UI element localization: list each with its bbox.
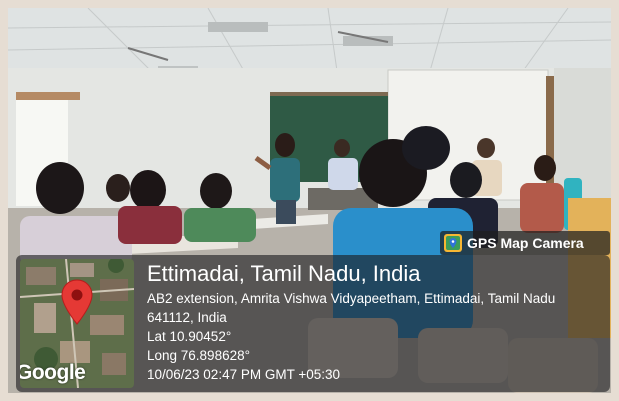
location-text: Ettimadai, Tamil Nadu, India AB2 extensi… [147,261,605,384]
location-title: Ettimadai, Tamil Nadu, India [147,261,421,286]
latitude-text: Lat 10.90452° [147,329,232,344]
location-info-card: Google Ettimadai, Tamil Nadu, India AB2 … [16,255,610,392]
google-attribution: Google [20,361,86,384]
longitude-text: Long 76.898628° [147,348,250,363]
gps-map-camera-label: GPS Map Camera [467,235,584,251]
map-pin-icon [61,279,93,325]
classroom-photo: GPS Map Camera Google Ettimadai, Tamil N… [8,8,611,393]
gps-map-camera-badge: GPS Map Camera [440,231,610,255]
datetime-text: 10/06/23 02:47 PM GMT +05:30 [147,367,341,382]
location-address: AB2 extension, Amrita Vishwa Vidyapeetha… [147,291,556,325]
map-thumbnail: Google [20,259,134,388]
gps-map-camera-app-icon [444,234,462,252]
